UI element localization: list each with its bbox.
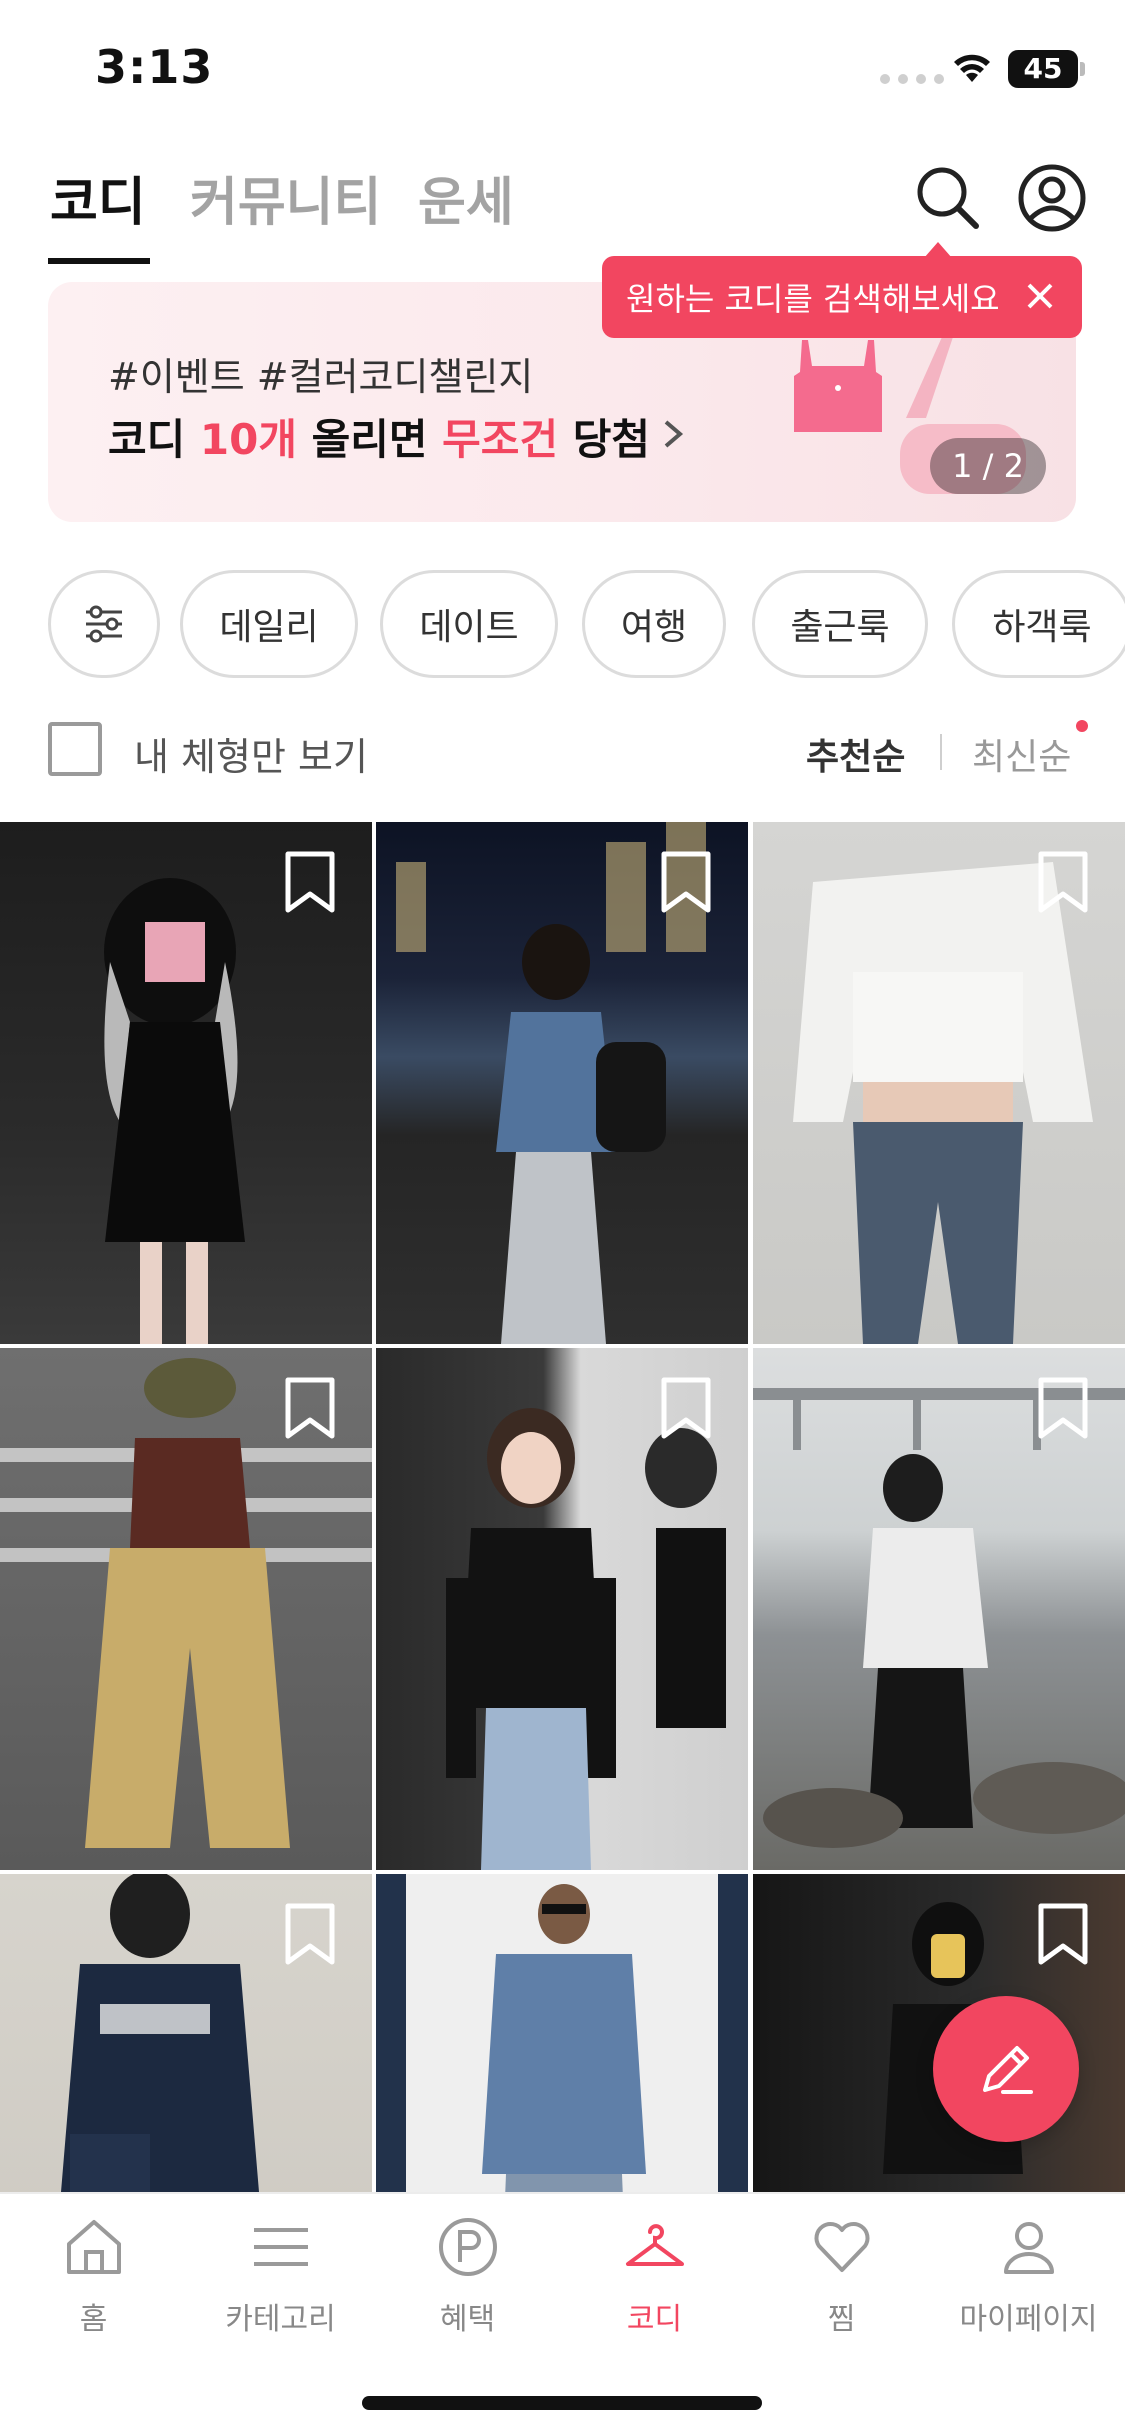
outfit-card[interactable] [376,1874,748,2192]
status-bar: 3:13 45 [0,0,1125,140]
profile-icon[interactable] [1012,158,1092,238]
chip-travel[interactable]: 여행 [582,570,726,678]
nav-category[interactable]: 카테고리 [187,2214,374,2364]
wifi-icon [954,54,990,82]
banner-pager: 1 / 2 [930,438,1046,494]
nav-benefits[interactable]: 혜택 [374,2214,561,2364]
nav-codi[interactable]: 코디 [561,2214,748,2364]
points-icon [438,2218,497,2276]
chip-date[interactable]: 데이트 [380,570,558,678]
bookmark-icon[interactable] [660,1376,712,1440]
nav-wishlist[interactable]: 찜 [748,2214,935,2364]
chip-daily[interactable]: 데일리 [180,570,358,678]
chip-office[interactable]: 출근룩 [752,570,928,678]
pink-top-image [794,340,882,432]
chevron-right-icon [664,420,684,448]
nav-mypage-label: 마이페이지 [959,2302,1098,2337]
signal-dots-icon [880,74,944,84]
outfit-grid [0,822,1125,2192]
banner-tags: #이벤트 #컬러코디챌린지 [108,355,534,399]
outfit-card[interactable] [0,1348,372,1870]
close-icon[interactable] [1020,276,1060,316]
bookmark-icon[interactable] [1037,1902,1089,1966]
tab-codi[interactable]: 코디 [50,160,146,235]
bookmark-icon[interactable] [1037,1376,1089,1440]
write-post-button[interactable] [933,1996,1079,2142]
bookmark-icon[interactable] [660,850,712,914]
heart-icon [814,2222,869,2272]
bookmark-icon[interactable] [1037,850,1089,914]
person-icon [1003,2222,1054,2274]
sort-divider [940,734,942,770]
pencil-icon [983,2046,1033,2094]
battery-icon: 45 [1008,50,1078,88]
bookmark-icon[interactable] [284,850,336,914]
sort-recommended[interactable]: 추천순 [806,728,905,780]
new-dot-badge [1076,720,1088,732]
outfit-card[interactable] [0,822,372,1344]
search-icon[interactable] [908,158,988,238]
body-type-label: 내 체형만 보기 [134,735,368,779]
nav-benefits-label: 혜택 [439,2302,496,2337]
sort-newest[interactable]: 최신순 [972,728,1071,780]
nav-home[interactable]: 홈 [0,2214,187,2364]
home-icon [66,2220,121,2274]
home-indicator [362,2396,762,2410]
nav-category-label: 카테고리 [225,2302,336,2337]
bookmark-icon[interactable] [284,1902,336,1966]
outfit-card[interactable] [753,822,1125,1344]
status-time: 3:13 [95,40,214,94]
tab-fortune[interactable]: 운세 [418,160,514,235]
banner-headline: 코디 10개 올리면 무조건 당첨 [108,415,650,464]
search-tooltip: 원하는 코디를 검색해보세요 [602,242,1082,338]
outfit-card[interactable] [753,1348,1125,1870]
menu-icon [253,2228,308,2266]
tab-community[interactable]: 커뮤니티 [190,160,381,235]
nav-home-label: 홈 [79,2302,108,2337]
nav-wishlist-label: 찜 [827,2302,856,2337]
outfit-card[interactable] [376,1348,748,1870]
outfit-card[interactable] [0,1874,372,2192]
tooltip-text: 원하는 코디를 검색해보세요 [626,280,1000,318]
outfit-card[interactable] [376,822,748,1344]
battery-tip [1080,62,1085,76]
sliders-icon [86,605,122,643]
hanger-icon [625,2224,684,2266]
filter-settings-button[interactable] [48,570,160,678]
top-navigation: 코디 커뮤니티 운세 [0,150,1125,270]
active-tab-indicator [48,258,150,264]
body-type-checkbox[interactable] [48,722,102,776]
outfit-photo [482,1884,646,2192]
style-filter-chips: 데일리 데이트 여행 출근룩 하객룩 [48,570,1125,680]
chip-wedding-guest[interactable]: 하객룩 [952,570,1125,678]
nav-codi-label: 코디 [626,2302,683,2337]
nav-mypage[interactable]: 마이페이지 [935,2214,1122,2364]
bookmark-icon[interactable] [284,1376,336,1440]
